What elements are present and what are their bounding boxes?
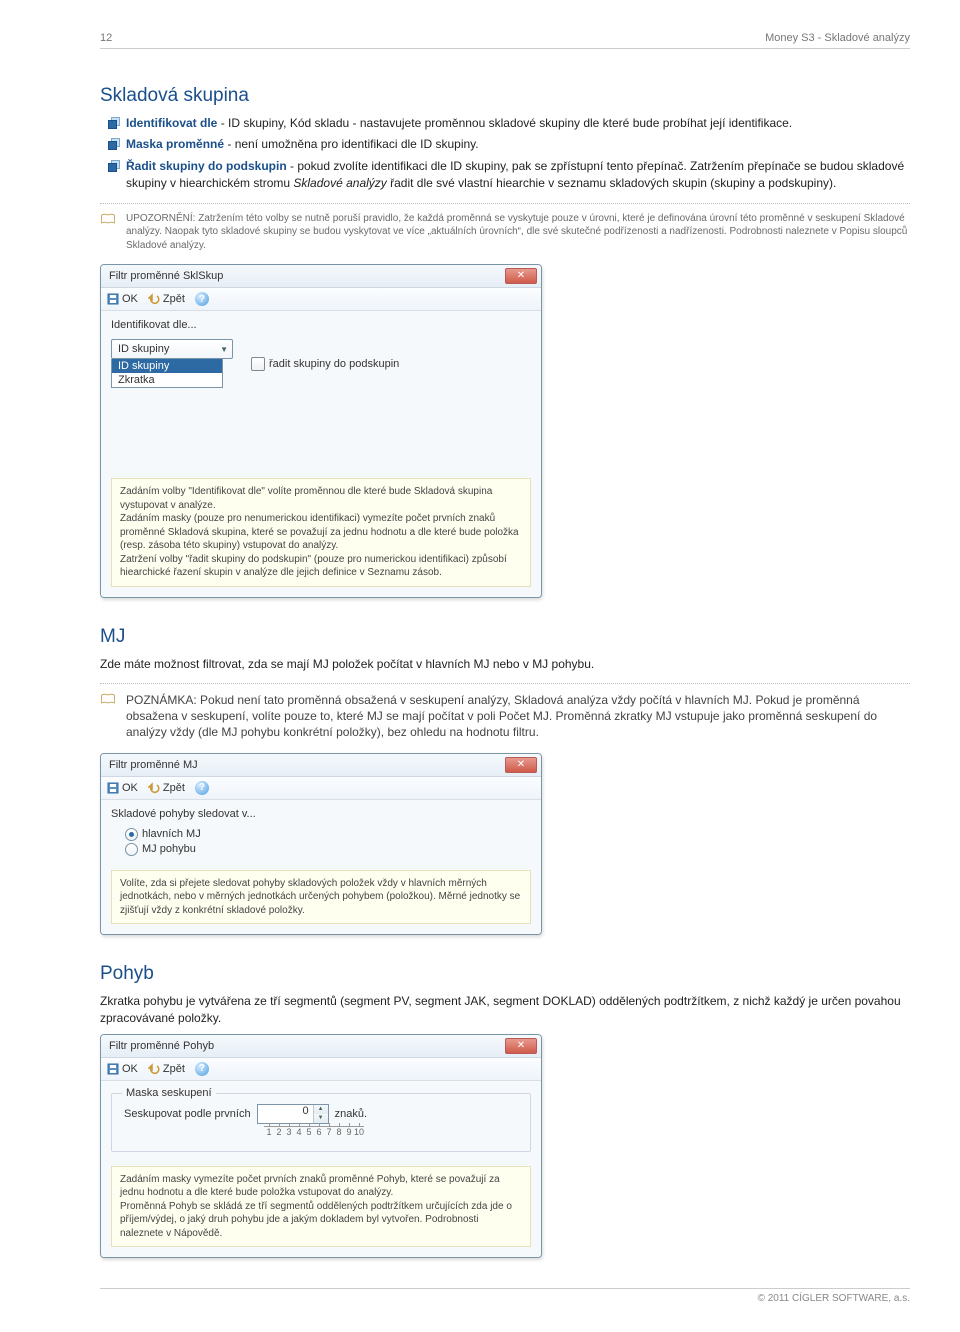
checkbox-label: řadit skupiny do podskupin — [269, 358, 399, 370]
field-label: Skladové pohyby sledovat v... — [111, 808, 531, 820]
radio-hlavnich-mj[interactable]: hlavních MJ — [125, 828, 531, 841]
bullet-text: - ID skupiny, Kód skladu - nastavujete p… — [217, 116, 792, 130]
checkbox-icon[interactable] — [251, 357, 265, 371]
body-text: Zde máte možnost filtrovat, zda se mají … — [100, 656, 910, 673]
mask-label-before: Seskupovat podle prvních — [124, 1108, 251, 1120]
body-text: Zkratka pohybu je vytvářena ze tří segme… — [100, 993, 910, 1028]
book-icon — [100, 693, 120, 709]
back-button[interactable]: Zpět — [148, 782, 185, 794]
scale-tick: 7 — [324, 1126, 334, 1137]
field-label: Identifikovat dle... — [111, 319, 531, 331]
dialog-title: Filtr proměnné MJ — [109, 759, 198, 771]
radio-mj-pohybu[interactable]: MJ pohybu — [125, 843, 531, 856]
back-label: Zpět — [163, 782, 185, 794]
dialog-sklskup: Filtr proměnné SklSkup ✕ OK Zpět ? Ident… — [100, 264, 542, 598]
dialog-toolbar: OK Zpět ? — [101, 288, 541, 311]
bullet-item: Identifikovat dle - ID skupiny, Kód skla… — [108, 115, 910, 132]
mask-label-after: znaků. — [335, 1108, 367, 1120]
scale-tick: 8 — [334, 1126, 344, 1137]
scale-tick: 6 — [314, 1126, 324, 1137]
ok-label: OK — [122, 293, 138, 305]
ok-label: OK — [122, 1063, 138, 1075]
page-header: 12 Money S3 - Skladové analýzy — [100, 32, 910, 49]
radio-label: MJ pohybu — [142, 843, 196, 855]
back-button[interactable]: Zpět — [148, 293, 185, 305]
dialog-mj: Filtr proměnné MJ ✕ OK Zpět ? Skladové p… — [100, 753, 542, 936]
scale-tick: 9 — [344, 1126, 354, 1137]
dialog-title: Filtr proměnné SklSkup — [109, 270, 223, 282]
combo-value: ID skupiny — [118, 343, 169, 355]
fieldset-legend: Maska seskupení — [122, 1087, 216, 1099]
back-label: Zpět — [163, 293, 185, 305]
spinner-value: 0 — [258, 1105, 313, 1123]
spinner-down-icon[interactable]: ▼ — [314, 1114, 328, 1123]
doc-title: Money S3 - Skladové analýzy — [765, 32, 910, 44]
mask-fieldset: Maska seskupení Seskupovat podle prvních… — [111, 1093, 531, 1152]
close-icon[interactable]: ✕ — [505, 1038, 537, 1054]
section-title-mj: MJ — [100, 626, 910, 648]
book-icon — [100, 213, 120, 230]
hint-box: Volíte, zda si přejete sledovat pohyby s… — [111, 870, 531, 925]
close-icon[interactable]: ✕ — [505, 757, 537, 773]
dialog-pohyb: Filtr proměnné Pohyb ✕ OK Zpět ? Maska s… — [100, 1034, 542, 1259]
bullet-icon — [108, 117, 118, 127]
scale-tick: 1 — [264, 1126, 274, 1137]
dialog-titlebar[interactable]: Filtr proměnné SklSkup ✕ — [101, 265, 541, 288]
radio-label: hlavních MJ — [142, 828, 201, 840]
bullet-icon — [108, 138, 118, 148]
bullet-icon — [108, 160, 118, 170]
dialog-titlebar[interactable]: Filtr proměnné Pohyb ✕ — [101, 1035, 541, 1058]
bullet-list: Identifikovat dle - ID skupiny, Kód skla… — [108, 115, 910, 193]
note-text: UPOZORNĚNÍ: Zatržením této volby se nutn… — [126, 212, 910, 253]
bullet-text: - není umožněna pro identifikaci dle ID … — [224, 137, 479, 151]
section-title-pohyb: Pohyb — [100, 963, 910, 985]
help-icon[interactable]: ? — [195, 1062, 209, 1076]
dialog-title: Filtr proměnné Pohyb — [109, 1040, 214, 1052]
chevron-down-icon: ▼ — [220, 345, 228, 354]
bullet-bold: Řadit skupiny do podskupin — [126, 159, 287, 173]
identify-by-combo[interactable]: ID skupiny ▼ — [111, 339, 233, 359]
bullet-bold: Maska proměnné — [126, 137, 224, 151]
dialog-toolbar: OK Zpět ? — [101, 777, 541, 800]
combo-dropdown-list[interactable]: ID skupiny Zkratka — [111, 359, 223, 388]
mask-spinner[interactable]: 0 ▲▼ — [257, 1104, 329, 1124]
back-label: Zpět — [163, 1063, 185, 1075]
ok-button[interactable]: OK — [107, 782, 138, 794]
mask-scale: 1 2 3 4 5 6 7 8 9 10 — [264, 1126, 518, 1137]
spinner-up-icon[interactable]: ▲ — [314, 1105, 328, 1114]
hint-box: Zadáním volby "Identifikovat dle" volíte… — [111, 478, 531, 587]
scale-tick: 3 — [284, 1126, 294, 1137]
ok-button[interactable]: OK — [107, 1063, 138, 1075]
warning-note: UPOZORNĚNÍ: Zatržením této volby se nutn… — [100, 212, 910, 253]
sort-into-subgroups-checkbox[interactable]: řadit skupiny do podskupin — [251, 357, 399, 371]
help-icon[interactable]: ? — [195, 781, 209, 795]
bullet-bold: Identifikovat dle — [126, 116, 217, 130]
close-icon[interactable]: ✕ — [505, 268, 537, 284]
bullet-item: Maska proměnné - není umožněna pro ident… — [108, 136, 910, 153]
divider — [100, 203, 910, 204]
scale-tick: 5 — [304, 1126, 314, 1137]
ok-button[interactable]: OK — [107, 293, 138, 305]
divider — [100, 683, 910, 684]
scale-tick: 4 — [294, 1126, 304, 1137]
page-footer: © 2011 CÍGLER SOFTWARE, a.s. — [100, 1288, 910, 1304]
radio-icon[interactable] — [125, 843, 138, 856]
hint-box: Zadáním masky vymezíte počet prvních zna… — [111, 1166, 531, 1248]
help-icon[interactable]: ? — [195, 292, 209, 306]
ok-label: OK — [122, 782, 138, 794]
dialog-toolbar: OK Zpět ? — [101, 1058, 541, 1081]
radio-icon[interactable] — [125, 828, 138, 841]
page-number: 12 — [100, 32, 112, 44]
section-title-skladova-skupina: Skladová skupina — [100, 85, 910, 107]
scale-tick: 10 — [354, 1126, 364, 1137]
back-button[interactable]: Zpět — [148, 1063, 185, 1075]
dialog-titlebar[interactable]: Filtr proměnné MJ ✕ — [101, 754, 541, 777]
note-row: POZNÁMKA: Pokud není tato proměnná obsaž… — [100, 692, 910, 741]
combo-option[interactable]: Zkratka — [112, 373, 222, 387]
note-text: POZNÁMKA: Pokud není tato proměnná obsaž… — [126, 692, 910, 741]
scale-tick: 2 — [274, 1126, 284, 1137]
bullet-item: Řadit skupiny do podskupin - pokud zvolí… — [108, 158, 910, 193]
combo-option[interactable]: ID skupiny — [112, 359, 222, 373]
